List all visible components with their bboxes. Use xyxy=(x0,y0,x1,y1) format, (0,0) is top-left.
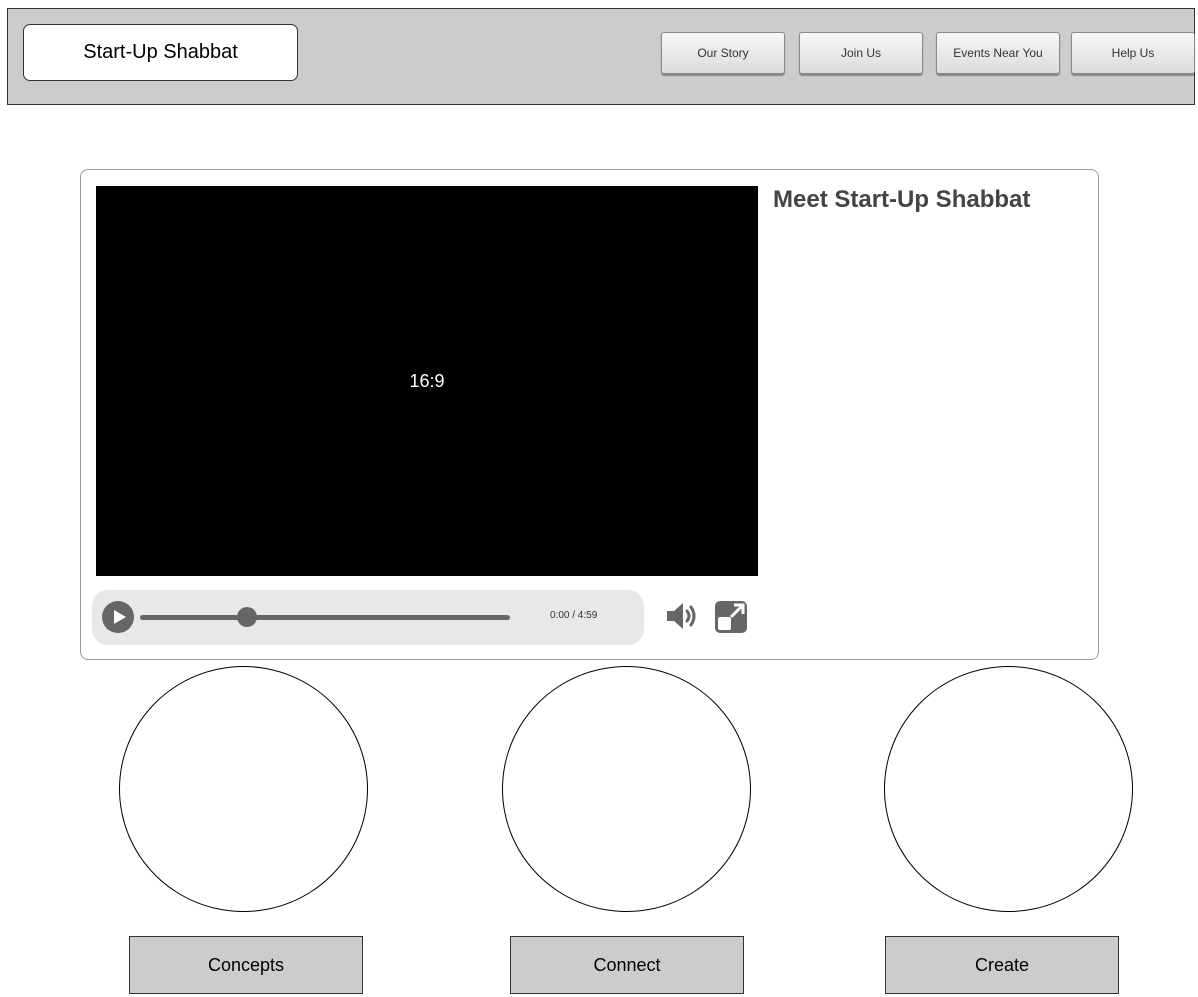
create-image-placeholder xyxy=(884,666,1133,912)
page-title: Meet Start-Up Shabbat xyxy=(773,186,1031,213)
nav-help-us-button[interactable]: Help Us xyxy=(1071,32,1195,74)
nav-our-story-button[interactable]: Our Story xyxy=(661,32,785,74)
nav-events-near-you-button[interactable]: Events Near You xyxy=(936,32,1060,74)
concepts-button[interactable]: Concepts xyxy=(129,936,363,994)
video-aspect-label: 16:9 xyxy=(409,370,445,391)
video-player[interactable]: 16:9 xyxy=(96,186,758,576)
connect-button[interactable]: Connect xyxy=(510,936,744,994)
video-progress-thumb[interactable] xyxy=(237,607,258,627)
video-time: 0:00 / 4:59 xyxy=(550,610,598,621)
site-header: Start-Up Shabbat Our Story Join Us Event… xyxy=(7,8,1195,105)
site-logo[interactable]: Start-Up Shabbat xyxy=(23,24,298,81)
play-button[interactable] xyxy=(102,601,134,633)
video-progress-track[interactable] xyxy=(140,615,510,620)
video-controls: 0:00 / 4:59 xyxy=(92,590,644,645)
play-icon xyxy=(114,610,126,624)
concepts-image-placeholder xyxy=(119,666,368,912)
fullscreen-icon[interactable] xyxy=(715,601,747,633)
nav-join-us-button[interactable]: Join Us xyxy=(799,32,923,74)
create-button[interactable]: Create xyxy=(885,936,1119,994)
connect-image-placeholder xyxy=(502,666,751,912)
volume-icon[interactable] xyxy=(664,600,700,632)
